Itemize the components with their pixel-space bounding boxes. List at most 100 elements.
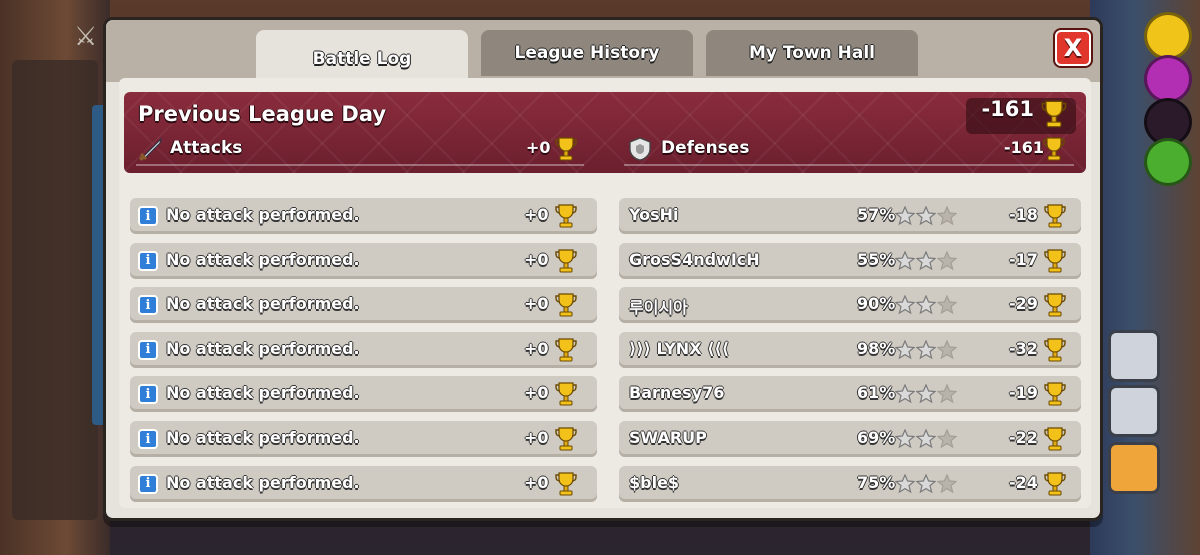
info-icon[interactable]: i <box>138 339 158 360</box>
background-right <box>1090 0 1200 555</box>
defense-row[interactable]: 루이시아 90% -29 <box>619 287 1081 324</box>
trophy-icon <box>555 137 577 161</box>
star-earned-icon <box>916 206 936 226</box>
attacker-name: GrosS4ndwIcH <box>629 249 760 269</box>
star-rating <box>895 295 957 315</box>
defense-row[interactable]: ⟩⟩⟩ LYNX ⟨⟨⟨ 98% -32 <box>619 331 1081 368</box>
star-earned-icon <box>895 429 915 449</box>
attack-row[interactable]: i No attack performed. +0 <box>130 242 597 279</box>
attack-status-text: No attack performed. <box>166 249 360 269</box>
shop-button[interactable] <box>1108 442 1160 494</box>
star-earned-icon <box>916 250 936 270</box>
defense-trophy-change: -24 <box>1009 472 1038 492</box>
edit-layout-button[interactable] <box>1108 330 1160 382</box>
star-earned-icon <box>895 295 915 315</box>
star-earned-icon <box>895 206 915 226</box>
star-earned-icon <box>916 384 936 404</box>
attack-trophy-change: +0 <box>524 383 549 403</box>
info-icon[interactable]: i <box>138 206 158 226</box>
trophy-icon <box>555 382 577 406</box>
attack-row[interactable]: i No attack performed. +0 <box>130 198 597 234</box>
info-icon[interactable]: i <box>138 295 158 316</box>
attacks-label: Attacks <box>170 138 243 158</box>
battle-log-content[interactable]: Previous League Day -161 Attacks +0 Defe… <box>119 78 1091 508</box>
summary-title: Previous League Day <box>138 102 387 126</box>
trophy-icon <box>555 338 577 362</box>
battle-log-modal: Battle Log League History My Town Hall X… <box>103 17 1103 521</box>
attacks-total: +0 <box>526 138 551 157</box>
star-earned-icon <box>895 473 915 493</box>
league-day-summary: Previous League Day -161 Attacks +0 Defe… <box>124 92 1086 173</box>
defense-row[interactable]: YosHi 57% -18 <box>619 198 1081 234</box>
defense-row[interactable]: SWARUP 69% -22 <box>619 421 1081 457</box>
info-icon[interactable]: i <box>138 384 158 405</box>
info-icon[interactable]: i <box>138 473 158 494</box>
defense-trophy-change: -18 <box>1009 205 1038 224</box>
background-left <box>0 0 110 555</box>
attack-row[interactable]: i No attack performed. +0 <box>130 465 597 502</box>
attack-status-text: No attack performed. <box>166 472 360 492</box>
star-rating <box>895 384 957 404</box>
destruction-percent: 55% <box>857 249 896 269</box>
attacks-divider <box>136 164 584 166</box>
defense-row[interactable]: $ble$ 75% -24 <box>619 465 1081 502</box>
summary-total: -161 <box>981 97 1034 121</box>
attack-status-text: No attack performed. <box>166 428 360 447</box>
star-rating <box>895 473 957 494</box>
attacker-name: Barnesy76 <box>629 383 725 403</box>
attacker-name: SWARUP <box>629 428 707 447</box>
info-icon[interactable]: i <box>138 429 158 449</box>
attacker-name: $ble$ <box>629 472 680 492</box>
attack-status-text: No attack performed. <box>166 383 360 403</box>
tab-label: My Town Hall <box>748 43 875 63</box>
star-earned-icon <box>895 384 915 404</box>
star-rating <box>895 429 957 449</box>
attack-trophy-change: +0 <box>524 428 549 447</box>
background-panel <box>12 60 98 520</box>
trophy-icon <box>1043 137 1065 161</box>
star-rating <box>895 206 957 226</box>
star-earned-icon <box>916 473 936 493</box>
tab-label: Battle Log <box>312 49 412 69</box>
elixir-resource-icon <box>1144 55 1192 103</box>
attacker-name: YosHi <box>629 205 679 224</box>
defense-row[interactable]: GrosS4ndwIcH 55% -17 <box>619 242 1081 279</box>
close-button[interactable]: X <box>1055 30 1091 66</box>
defense-trophy-change: -29 <box>1009 294 1038 314</box>
attacker-name: ⟩⟩⟩ LYNX ⟨⟨⟨ <box>629 338 730 358</box>
destruction-percent: 61% <box>857 383 896 403</box>
star-empty-icon <box>937 295 957 315</box>
star-rating <box>895 250 957 271</box>
info-icon[interactable]: i <box>138 250 158 271</box>
star-earned-icon <box>916 339 936 360</box>
tab-my-town-hall[interactable]: My Town Hall <box>706 30 918 76</box>
attack-trophy-change: +0 <box>524 205 549 224</box>
trophy-icon <box>555 471 577 496</box>
attack-status-text: No attack performed. <box>166 294 360 314</box>
tab-league-history[interactable]: League History <box>481 30 693 76</box>
attack-row[interactable]: i No attack performed. +0 <box>130 331 597 368</box>
trophy-icon <box>555 427 577 451</box>
attack-row[interactable]: i No attack performed. +0 <box>130 421 597 457</box>
trophy-icon <box>555 293 577 317</box>
gem-resource-icon <box>1144 138 1192 186</box>
attack-trophy-change: +0 <box>524 472 549 492</box>
defense-row[interactable]: Barnesy76 61% -19 <box>619 376 1081 413</box>
attack-row[interactable]: i No attack performed. +0 <box>130 376 597 413</box>
trophy-icon <box>1044 248 1066 273</box>
trophy-icon <box>1044 338 1066 362</box>
star-empty-icon <box>937 250 957 270</box>
defense-trophy-change: -17 <box>1009 249 1038 269</box>
star-empty-icon <box>937 384 957 404</box>
defense-trophy-change: -22 <box>1009 428 1038 447</box>
settings-button[interactable] <box>1108 385 1160 437</box>
star-empty-icon <box>937 206 957 226</box>
attack-row[interactable]: i No attack performed. +0 <box>130 287 597 324</box>
trophy-icon <box>1041 100 1067 128</box>
star-earned-icon <box>895 339 915 360</box>
attack-status-text: No attack performed. <box>166 338 360 358</box>
trophy-icon <box>1044 382 1066 406</box>
defenses-label: Defenses <box>661 138 750 158</box>
shield-icon <box>629 137 651 161</box>
destruction-percent: 75% <box>857 472 896 492</box>
